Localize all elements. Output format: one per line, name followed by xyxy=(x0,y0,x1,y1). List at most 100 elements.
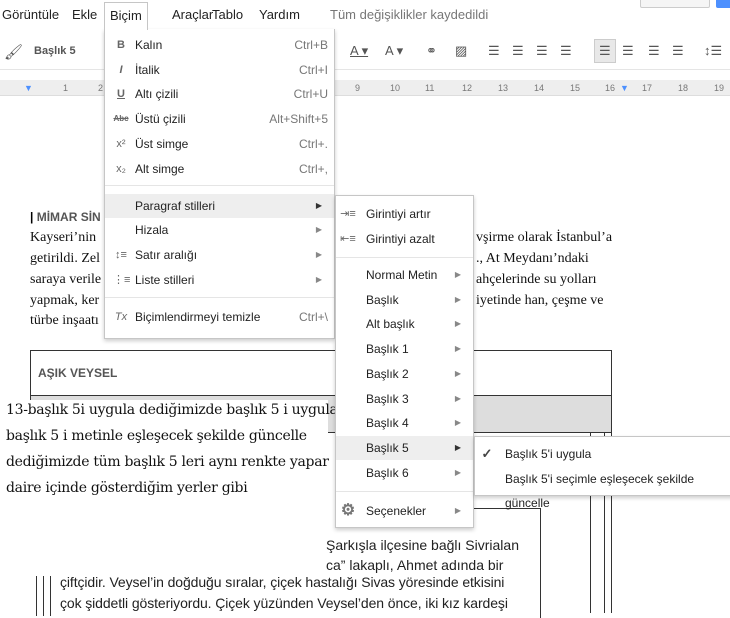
menu-item-label: Seçenekler xyxy=(366,504,427,518)
paragraph-line: saraya verile xyxy=(30,272,102,287)
annotation-line: başlık 5 i metinle eşleşecek şekilde gün… xyxy=(6,428,307,444)
menu-item-style[interactable]: Başlık 1 ▶ xyxy=(336,337,473,361)
menu-item-label: Başlık 2 xyxy=(366,366,409,381)
body-line: çok şiddetli gösteriyordu. Çiçek yüzünde… xyxy=(60,595,508,611)
shortcut: Ctrl+. xyxy=(298,137,328,151)
submenu-arrow-icon: ▶ xyxy=(454,442,461,452)
paragraph-line: iyetinde han, çeşme ve xyxy=(476,293,604,308)
format-menu: B Kalın Ctrl+B I İtalik Ctrl+I U Altı çizili C… xyxy=(104,29,335,339)
heading5-menu: ✓ Başlık 5'i uygula Başlık 5'i seçimle eş… xyxy=(474,436,730,510)
line-spacing-icon[interactable]: ↕☰ xyxy=(704,43,722,59)
menu-tools[interactable]: Araçlar xyxy=(172,7,213,22)
image-icon[interactable]: ▨ xyxy=(455,43,467,59)
menu-item-bold[interactable]: B Kalın Ctrl+B xyxy=(105,33,334,57)
menu-item-label: Üst simge xyxy=(135,137,189,151)
menu-item-label: Girintiyi azalt xyxy=(366,232,435,246)
paragraph-line: Kayseri’nin xyxy=(30,230,97,245)
menu-item-style[interactable]: Alt başlık ▶ xyxy=(336,312,473,336)
subscript-icon: x₂ xyxy=(116,163,126,175)
menu-item-underline[interactable]: U Altı çizili Ctrl+U xyxy=(105,82,334,106)
menu-item-increase-indent[interactable]: ⇥≡ Girintiyi artır xyxy=(336,202,473,226)
decrease-indent-icon: ⇤≡ xyxy=(340,233,356,245)
paragraph-line: ahçelerinde su yolları xyxy=(476,272,597,287)
menu-help[interactable]: Yardım xyxy=(259,7,300,22)
submenu-arrow-icon: ▶ xyxy=(315,201,322,210)
submenu-arrow-icon: ▶ xyxy=(454,319,461,329)
superscript-icon: x² xyxy=(116,138,126,150)
menu-item-label: Başlık 5'i uygula xyxy=(505,447,592,461)
ruler-number: 19 xyxy=(714,83,725,93)
menu-item-clear-formatting[interactable]: Tx Biçimlendirmeyi temizle Ctrl+\ xyxy=(105,305,334,329)
menu-item-apply-heading5[interactable]: ✓ Başlık 5'i uygula xyxy=(475,442,730,466)
menu-item-label: İtalik xyxy=(135,63,160,77)
ruler-number: 15 xyxy=(570,83,581,93)
right-indent-marker[interactable]: ▼ xyxy=(620,83,629,93)
menu-item-label: Başlık 3 xyxy=(366,391,409,406)
link-icon[interactable]: ⚭ xyxy=(426,43,437,59)
menu-format[interactable]: Biçim xyxy=(104,2,148,30)
highlight-color-icon[interactable]: A ▾ xyxy=(385,43,403,59)
style-select[interactable]: Başlık 5 xyxy=(34,45,76,57)
menu-item-list-styles[interactable]: ⋮≡ Liste stilleri ▶ xyxy=(105,268,334,292)
menu-item-style[interactable]: Başlık 3 ▶ xyxy=(336,387,473,411)
menu-item-superscript[interactable]: x² Üst simge Ctrl+. xyxy=(105,132,334,156)
ruler-number: 16 xyxy=(605,83,616,93)
align-center-icon[interactable]: ☰ xyxy=(622,43,634,59)
ruler-number: 1 xyxy=(63,83,69,93)
bulleted-list-icon[interactable]: ☰ xyxy=(512,43,524,59)
decrease-indent-icon[interactable]: ☰ xyxy=(536,43,548,59)
submenu-arrow-icon: ▶ xyxy=(454,294,461,304)
ruler-number: 11 xyxy=(425,83,435,93)
menu-item-style[interactable]: Başlık 6 ▶ xyxy=(336,461,473,485)
menu-item-paragraph-styles[interactable]: Paragraf stilleri ▶ xyxy=(105,194,334,218)
justify-icon[interactable]: ☰ xyxy=(672,43,684,59)
shortcut: Ctrl+\ xyxy=(298,310,328,324)
body-line: ca” lakaplı, Ahmet adında bir xyxy=(326,557,504,573)
menu-insert[interactable]: Ekle xyxy=(72,7,97,22)
menu-item-label: Liste stilleri xyxy=(135,273,195,287)
menu-item-label: Normal Metin xyxy=(366,268,438,282)
paragraph-line: getirildi. Zel xyxy=(30,251,100,266)
menu-item-update-heading5[interactable]: Başlık 5'i seçimle eşleşecek şekilde gün… xyxy=(475,467,730,510)
menu-item-label: Üstü çizili xyxy=(135,112,186,126)
submenu-arrow-icon: ▶ xyxy=(454,368,461,378)
ruler-number: 14 xyxy=(534,83,545,93)
numbered-list-icon[interactable]: ☰ xyxy=(488,43,500,59)
ruler-number: 12 xyxy=(462,83,473,93)
paint-format-icon[interactable]: 🖌 xyxy=(4,43,23,61)
submenu-arrow-icon: ▶ xyxy=(454,344,461,354)
menu-item-style[interactable]: Başlık 4 ▶ xyxy=(336,411,473,435)
paragraph-line: vşirme olarak İstanbul’a xyxy=(476,230,613,245)
paragraph-line: ., At Meydanı’ndaki xyxy=(476,251,589,266)
menu-item-decrease-indent[interactable]: ⇤≡ Girintiyi azalt xyxy=(336,227,473,251)
comments-button[interactable] xyxy=(640,0,710,8)
menu-item-options[interactable]: ⚙ Seçenekler ▶ xyxy=(336,499,473,523)
share-button[interactable] xyxy=(716,0,730,8)
menu-item-subscript[interactable]: x₂ Alt simge Ctrl+, xyxy=(105,157,334,181)
menu-item-style[interactable]: Başlık 2 ▶ xyxy=(336,362,473,386)
submenu-arrow-icon: ▶ xyxy=(315,250,322,259)
shortcut: Ctrl+, xyxy=(298,162,328,176)
menu-item-strikethrough[interactable]: Abc Üstü çizili Alt+Shift+5 xyxy=(105,107,334,131)
menu-item-style[interactable]: Normal Metin ▶ xyxy=(336,263,473,287)
menu-item-align[interactable]: Hizala ▶ xyxy=(105,218,334,242)
align-left-icon[interactable]: ☰ xyxy=(594,39,616,63)
left-indent-marker[interactable]: ▼ xyxy=(24,83,33,93)
submenu-arrow-icon: ▶ xyxy=(454,270,461,279)
increase-indent-icon[interactable]: ☰ xyxy=(560,43,572,59)
menu-view[interactable]: Görüntüle xyxy=(2,7,59,22)
underline-icon: U xyxy=(117,88,125,100)
check-icon: ✓ xyxy=(481,446,493,461)
menu-item-label: Altı çizili xyxy=(135,87,179,101)
menu-table[interactable]: Tablo xyxy=(212,7,243,22)
menu-item-style[interactable]: Başlık 5 ▶ xyxy=(336,435,473,460)
menu-item-italic[interactable]: I İtalik Ctrl+I xyxy=(105,58,334,82)
menu-item-line-spacing[interactable]: ↕≡ Satır aralığı ▶ xyxy=(105,243,334,267)
submenu-arrow-icon: ▶ xyxy=(454,467,461,477)
menu-item-style[interactable]: Başlık ▶ xyxy=(336,288,473,312)
paragraph-line: yapmak, ker xyxy=(30,293,100,308)
align-right-icon[interactable]: ☰ xyxy=(648,43,660,59)
annotation-line: 13-başlık 5i uygula dediğimizde başlık 5… xyxy=(6,402,344,418)
body-line: Şarkışla ilçesine bağlı Sivrialan xyxy=(326,537,519,553)
text-color-icon[interactable]: A ▾ xyxy=(350,43,368,59)
